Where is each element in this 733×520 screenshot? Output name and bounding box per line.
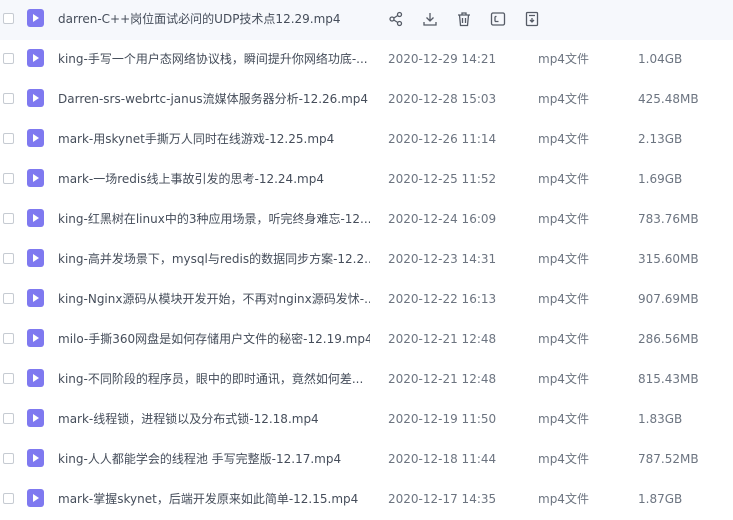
file-size: 907.69MB	[638, 292, 699, 306]
file-type: mp4文件	[538, 452, 589, 466]
row-checkbox[interactable]	[3, 133, 14, 144]
file-type: mp4文件	[538, 292, 589, 306]
file-type: mp4文件	[538, 332, 589, 346]
file-modified-date: 2020-12-19 11:50	[388, 412, 497, 426]
file-type: mp4文件	[538, 492, 589, 506]
file-modified-date: 2020-12-17 14:35	[388, 492, 497, 506]
file-name[interactable]: mark-线程锁，进程锁以及分布式锁-12.18.mp4	[58, 411, 370, 427]
row-checkbox[interactable]	[3, 493, 14, 504]
file-size: 2.13GB	[638, 132, 683, 146]
video-file-icon	[27, 369, 44, 387]
file-size: 425.48MB	[638, 92, 699, 106]
row-checkbox[interactable]	[3, 333, 14, 344]
video-file-icon	[27, 209, 44, 227]
file-size: 815.43MB	[638, 372, 699, 386]
file-row[interactable]: mark-一场redis线上事故引发的思考-12.24.mp4 2020-12-2…	[0, 160, 733, 200]
file-modified-date: 2020-12-21 12:48	[388, 332, 497, 346]
file-row[interactable]: king-人人都能学会的线程池 手写完整版-12.17.mp4 2020-12-1…	[0, 440, 733, 480]
file-row[interactable]: king-高并发场景下，mysql与redis的数据同步方案-12.2... 20…	[0, 240, 733, 280]
file-type: mp4文件	[538, 372, 589, 386]
row-checkbox[interactable]	[3, 373, 14, 384]
file-name[interactable]: king-高并发场景下，mysql与redis的数据同步方案-12.2...	[58, 251, 370, 267]
file-name[interactable]: king-手写一个用户态网络协议栈，瞬间提升你网络功底-...	[58, 51, 370, 67]
file-modified-date: 2020-12-26 11:14	[388, 132, 497, 146]
file-name[interactable]: king-Nginx源码从模块开发开始，不再对nginx源码发怵-...	[58, 291, 370, 307]
video-file-icon	[27, 9, 44, 27]
file-name[interactable]: king-不同阶段的程序员，眼中的即时通讯，竟然如何差...	[58, 371, 370, 387]
row-checkbox[interactable]	[3, 213, 14, 224]
video-file-icon	[27, 329, 44, 347]
file-modified-date: 2020-12-25 11:52	[388, 172, 497, 186]
file-row[interactable]: king-手写一个用户态网络协议栈，瞬间提升你网络功底-... 2020-12-2…	[0, 40, 733, 80]
file-size: 1.04GB	[638, 52, 683, 66]
file-type: mp4文件	[538, 252, 589, 266]
video-file-icon	[27, 449, 44, 467]
file-type: mp4文件	[538, 52, 589, 66]
file-name[interactable]: mark-掌握skynet，后端开发原来如此简单-12.15.mp4	[58, 491, 370, 507]
file-size: 1.83GB	[638, 412, 683, 426]
file-modified-date: 2020-12-23 14:31	[388, 252, 497, 266]
file-row[interactable]: Darren-srs-webrtc-janus流媒体服务器分析-12.26.mp…	[0, 80, 733, 120]
file-type: mp4文件	[538, 172, 589, 186]
file-type: mp4文件	[538, 412, 589, 426]
file-row[interactable]: milo-手撕360网盘是如何存储用户文件的秘密-12.19.mp4 2020-1…	[0, 320, 733, 360]
file-size: 315.60MB	[638, 252, 699, 266]
rename-icon[interactable]	[489, 10, 507, 28]
row-checkbox[interactable]	[3, 93, 14, 104]
download-icon[interactable]	[421, 10, 439, 28]
file-name[interactable]: king-红黑树在linux中的3种应用场景，听完终身难忘-12....	[58, 211, 370, 227]
row-checkbox[interactable]	[3, 53, 14, 64]
file-name[interactable]: Darren-srs-webrtc-janus流媒体服务器分析-12.26.mp…	[58, 91, 370, 107]
video-file-icon	[27, 289, 44, 307]
row-checkbox[interactable]	[3, 13, 14, 24]
file-size: 1.69GB	[638, 172, 683, 186]
row-checkbox[interactable]	[3, 453, 14, 464]
file-modified-date: 2020-12-29 14:21	[388, 52, 497, 66]
file-size: 1.87GB	[638, 492, 683, 506]
more-icon[interactable]	[523, 10, 541, 28]
file-name[interactable]: darren-C++岗位面试必问的UDP技术点12.29.mp4	[58, 11, 370, 27]
delete-icon[interactable]	[455, 10, 473, 28]
file-modified-date: 2020-12-22 16:13	[388, 292, 497, 306]
file-modified-date: 2020-12-18 11:44	[388, 452, 497, 466]
file-size: 783.76MB	[638, 212, 699, 226]
file-size: 787.52MB	[638, 452, 699, 466]
file-name[interactable]: king-人人都能学会的线程池 手写完整版-12.17.mp4	[58, 451, 370, 467]
file-name[interactable]: mark-用skynet手撕万人同时在线游戏-12.25.mp4	[58, 131, 370, 147]
file-row[interactable]: mark-用skynet手撕万人同时在线游戏-12.25.mp4 2020-12-…	[0, 120, 733, 160]
file-row[interactable]: king-Nginx源码从模块开发开始，不再对nginx源码发怵-... 2020…	[0, 280, 733, 320]
file-row[interactable]: king-不同阶段的程序员，眼中的即时通讯，竟然如何差... 2020-12-21…	[0, 360, 733, 400]
file-row[interactable]: king-红黑树在linux中的3种应用场景，听完终身难忘-12.... 2020…	[0, 200, 733, 240]
file-row[interactable]: mark-线程锁，进程锁以及分布式锁-12.18.mp4 2020-12-19 1…	[0, 400, 733, 440]
row-checkbox[interactable]	[3, 293, 14, 304]
file-row[interactable]: darren-C++岗位面试必问的UDP技术点12.29.mp4	[0, 0, 733, 40]
file-type: mp4文件	[538, 212, 589, 226]
video-file-icon	[27, 249, 44, 267]
file-name[interactable]: milo-手撕360网盘是如何存储用户文件的秘密-12.19.mp4	[58, 331, 370, 347]
video-file-icon	[27, 489, 44, 507]
row-checkbox[interactable]	[3, 173, 14, 184]
file-name[interactable]: mark-一场redis线上事故引发的思考-12.24.mp4	[58, 171, 370, 187]
row-checkbox[interactable]	[3, 413, 14, 424]
file-list: darren-C++岗位面试必问的UDP技术点12.29.mp4 king-手写…	[0, 0, 733, 513]
file-modified-date: 2020-12-28 15:03	[388, 92, 497, 106]
file-modified-date: 2020-12-24 16:09	[388, 212, 497, 226]
file-modified-date: 2020-12-21 12:48	[388, 372, 497, 386]
row-checkbox[interactable]	[3, 253, 14, 264]
file-size: 286.56MB	[638, 332, 699, 346]
file-type: mp4文件	[538, 92, 589, 106]
video-file-icon	[27, 129, 44, 147]
video-file-icon	[27, 409, 44, 427]
file-type: mp4文件	[538, 132, 589, 146]
share-icon[interactable]	[387, 10, 405, 28]
video-file-icon	[27, 89, 44, 107]
video-file-icon	[27, 169, 44, 187]
file-row[interactable]: mark-掌握skynet，后端开发原来如此简单-12.15.mp4 2020-1…	[0, 480, 733, 520]
video-file-icon	[27, 49, 44, 67]
